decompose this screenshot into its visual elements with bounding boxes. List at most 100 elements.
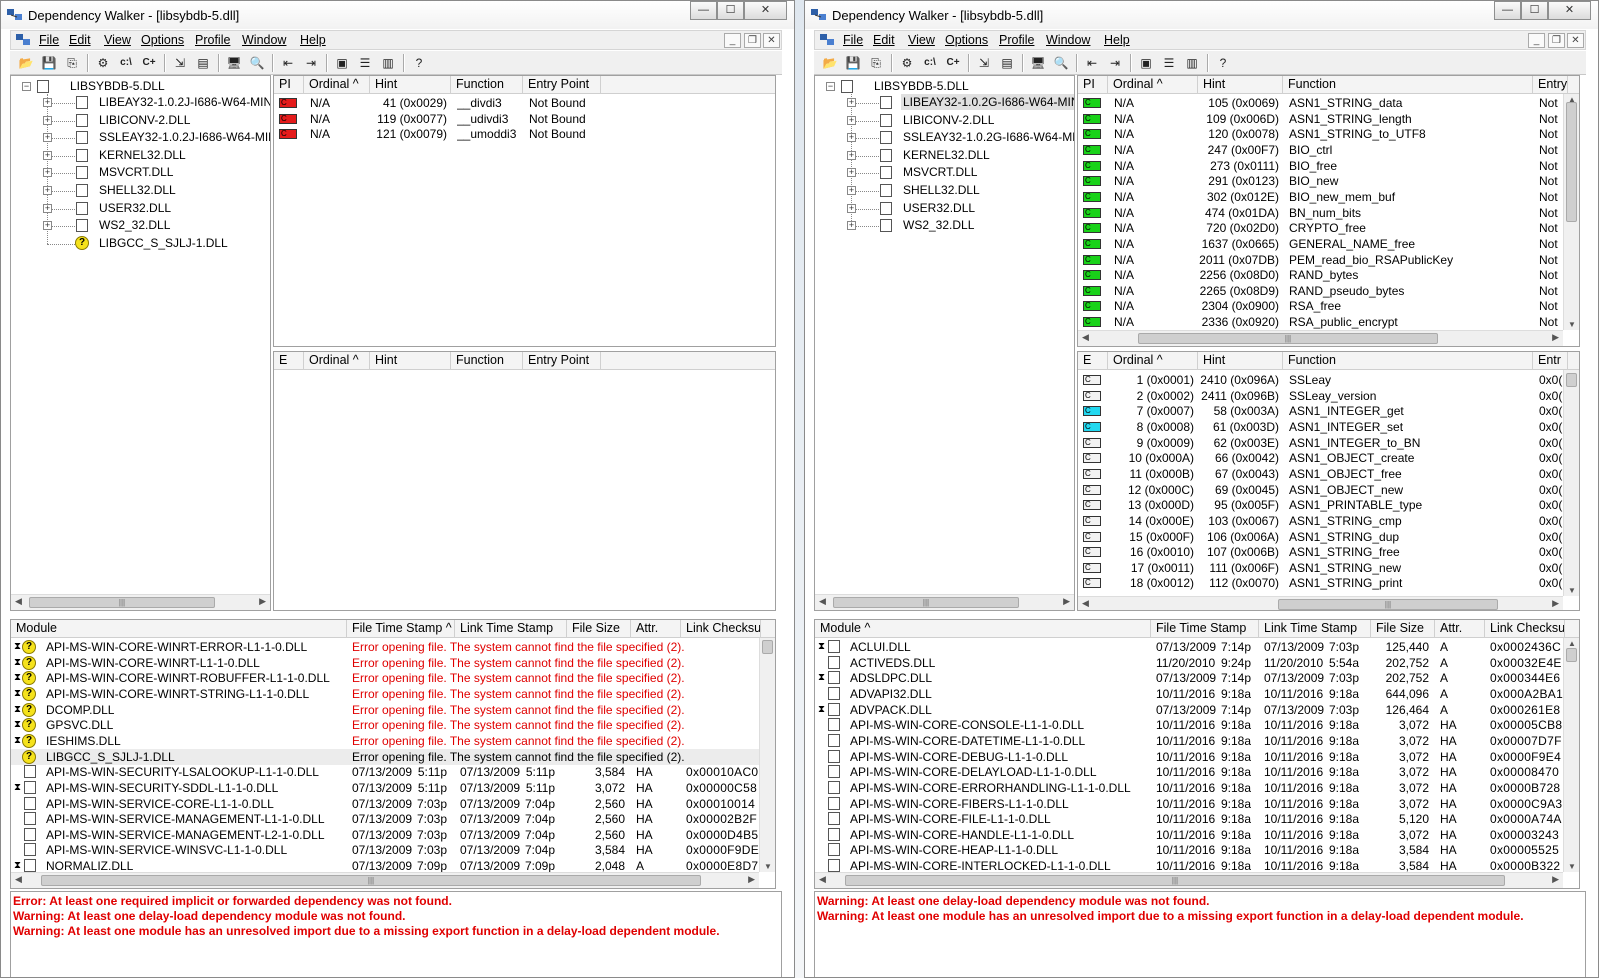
scroll-down-arrow-icon[interactable]: ▼ bbox=[764, 862, 772, 871]
column-header[interactable]: Ordinal ^ bbox=[304, 352, 370, 370]
tree-item[interactable]: + SHELL32.DLL bbox=[815, 182, 1074, 200]
expand-icon[interactable]: + bbox=[847, 115, 856, 125]
cplusplus-icon[interactable]: C+ bbox=[139, 54, 159, 72]
expand-icon[interactable]: + bbox=[847, 133, 856, 143]
module-tree[interactable]: − LIBSYBDB-5.DLL + LIBEAY32-1.0.2G-I686-W64… bbox=[814, 75, 1075, 611]
module-row[interactable]: ⧗ ADSLDPC.DLL 07/13/2009 7:14p 07/13/2009 7:0… bbox=[815, 670, 1579, 686]
tree-item[interactable]: + LIBEAY32-1.0.2G-I686-W64-MINC bbox=[815, 94, 1074, 112]
export-row[interactable]: C2 (0x0002) 2411 (0x096B) SSLeay_version 0x… bbox=[1078, 388, 1579, 404]
module-row[interactable]: ⧗ ADVPACK.DLL 07/13/2009 7:14p 07/13/2009 7:0… bbox=[815, 702, 1579, 718]
scroll-left-arrow-icon[interactable]: ◀ bbox=[819, 874, 826, 885]
scroll-right-arrow-icon[interactable]: ▶ bbox=[1552, 874, 1559, 885]
scroll-right-arrow-icon[interactable]: ▶ bbox=[1552, 332, 1559, 343]
export-row[interactable]: C 12 (0x000C) 69 (0x0045) ASN1_OBJECT_new 0x… bbox=[1078, 482, 1579, 498]
module-row[interactable]: ⧗? API-MS-WIN-CORE-WINRT-L1-1-0.DLL Error … bbox=[11, 655, 775, 671]
module-list[interactable]: Module File Time Stamp ^ Link Time Stamp Fi… bbox=[10, 619, 776, 889]
export-row[interactable]: C8 (0x0008) 61 (0x003D) ASN1_INTEGER_set 0x… bbox=[1078, 419, 1579, 435]
module-row[interactable]: API-MS-WIN-SERVICE-MANAGEMENT-L1-1-0.DLL… bbox=[11, 811, 775, 827]
scrollbar-thumb[interactable]: ||| bbox=[845, 875, 1505, 886]
module-row[interactable]: ADVAPI32.DLL 10/11/2016 9:18a 10/11/2016 9:1… bbox=[815, 686, 1579, 702]
module-row[interactable]: API-MS-WIN-SERVICE-MANAGEMENT-L2-1-0.DLL… bbox=[11, 827, 775, 843]
export-row[interactable]: C1 (0x0001) 2410 (0x096A) SSLeay 0x0( bbox=[1078, 372, 1579, 388]
tree-item[interactable]: + SSLEAY32-1.0.2G-I686-W64-MINC bbox=[815, 129, 1074, 147]
expand-icon[interactable]: + bbox=[43, 186, 52, 195]
tree-item[interactable]: + WS2_32.DLL bbox=[815, 217, 1074, 235]
system-info-icon[interactable]: 🖥 bbox=[1028, 54, 1048, 72]
cplusplus-icon[interactable]: C+ bbox=[943, 54, 963, 72]
column-header[interactable]: E bbox=[274, 352, 304, 370]
imports-list[interactable]: PI Ordinal ^ Hint Function Entry Point C N/A 41… bbox=[273, 75, 776, 347]
column-header[interactable]: Link Checksum bbox=[1485, 620, 1565, 638]
scroll-left-arrow-icon[interactable]: ◀ bbox=[1082, 598, 1089, 609]
column-header[interactable]: Ordinal ^ bbox=[1108, 76, 1198, 94]
scroll-left-arrow-icon[interactable]: ◀ bbox=[1082, 332, 1089, 343]
tree-item[interactable]: + KERNEL32.DLL bbox=[815, 147, 1074, 165]
import-row[interactable]: C N/A 2304 (0x0900) RSA_free Not bbox=[1078, 298, 1579, 314]
cascade-icon[interactable]: ▣ bbox=[332, 54, 352, 72]
import-row[interactable]: C N/A 105 (0x0069) ASN1_STRING_data Not bbox=[1078, 95, 1579, 111]
column-header[interactable]: File Size bbox=[1371, 620, 1435, 638]
menu-profile[interactable]: Profile bbox=[195, 33, 230, 47]
scroll-right-arrow-icon[interactable]: ▶ bbox=[1063, 596, 1070, 607]
properties-icon[interactable]: ▤ bbox=[193, 54, 213, 72]
expand-icon[interactable]: + bbox=[43, 115, 52, 125]
module-row[interactable]: ⧗? API-MS-WIN-CORE-WINRT-ROBUFFER-L1-1-0.… bbox=[11, 670, 775, 686]
expand-icon[interactable]: ⇲ bbox=[974, 54, 994, 72]
menu-help[interactable]: Help bbox=[300, 33, 326, 47]
column-header[interactable]: Ordinal ^ bbox=[304, 76, 370, 94]
scrollbar-thumb[interactable] bbox=[1566, 648, 1577, 662]
scroll-right-arrow-icon[interactable]: ▶ bbox=[259, 596, 266, 607]
export-row[interactable]: C 14 (0x000E) 103 (0x0067) ASN1_STRING_cmp 0… bbox=[1078, 513, 1579, 529]
tree-item[interactable]: + LIBICONV-2.DLL bbox=[815, 112, 1074, 130]
cascade-icon[interactable]: ▣ bbox=[1136, 54, 1156, 72]
imports-list[interactable]: PI Ordinal ^ Hint Function Entry C N/A 105 (0x0… bbox=[1077, 75, 1580, 347]
module-row[interactable]: ? LIBGCC_S_SJLJ-1.DLL Error opening file. … bbox=[11, 748, 775, 765]
scroll-left-arrow-icon[interactable]: ◀ bbox=[819, 596, 826, 607]
horizontal-scrollbar[interactable]: ◀ ||| ▶ bbox=[815, 872, 1563, 888]
scrollbar-thumb[interactable] bbox=[1566, 373, 1577, 387]
module-row[interactable]: API-MS-WIN-CORE-DELAYLOAD-L1-1-0.DLL 10/1… bbox=[815, 764, 1579, 780]
module-row[interactable]: ⧗? GPSVC.DLL Error opening file. The syste… bbox=[11, 717, 775, 733]
tile-vertical-icon[interactable]: ▥ bbox=[378, 54, 398, 72]
close-button[interactable]: ✕ bbox=[744, 1, 787, 20]
next-icon[interactable]: ⇥ bbox=[301, 54, 321, 72]
mdi-restore-button[interactable]: ❐ bbox=[1548, 33, 1565, 48]
module-row[interactable]: API-MS-WIN-CORE-DATETIME-L1-1-0.DLL 10/11… bbox=[815, 733, 1579, 749]
column-header[interactable]: E bbox=[1078, 352, 1108, 370]
export-row[interactable]: C7 (0x0007) 58 (0x003A) ASN1_INTEGER_get 0x… bbox=[1078, 403, 1579, 419]
tree-item[interactable]: + SHELL32.DLL bbox=[11, 182, 270, 200]
tree-item[interactable]: + USER32.DLL bbox=[11, 200, 270, 218]
configure-icon[interactable]: ⚙ bbox=[93, 54, 113, 72]
mdi-close-button[interactable]: ✕ bbox=[763, 33, 780, 48]
vertical-scrollbar[interactable]: ▲▼ bbox=[1563, 370, 1579, 596]
module-row[interactable]: API-MS-WIN-CORE-DEBUG-L1-1-0.DLL 10/11/20… bbox=[815, 749, 1579, 765]
column-header[interactable]: Module ^ bbox=[815, 620, 1151, 638]
module-row[interactable]: ACTIVEDS.DLL 11/20/2010 9:24p 11/20/2010 5:5… bbox=[815, 655, 1579, 671]
import-row[interactable]: C N/A 2265 (0x08D9) RAND_pseudo_bytes Not bbox=[1078, 283, 1579, 299]
export-row[interactable]: C 17 (0x0011) 111 (0x006F) ASN1_STRING_new 0… bbox=[1078, 560, 1579, 576]
column-header[interactable]: Entry bbox=[1533, 76, 1568, 94]
import-row[interactable]: C N/A 109 (0x006D) ASN1_STRING_length Not bbox=[1078, 111, 1579, 127]
column-header[interactable]: Function bbox=[1283, 76, 1533, 94]
vertical-scrollbar[interactable]: ▲▼ bbox=[1563, 638, 1579, 872]
module-row[interactable]: API-MS-WIN-SECURITY-LSALOOKUP-L1-1-0.DLL… bbox=[11, 764, 775, 780]
menu-options[interactable]: Options bbox=[141, 33, 184, 47]
expand-icon[interactable]: + bbox=[43, 133, 52, 143]
column-header[interactable]: Hint bbox=[370, 352, 451, 370]
expand-icon[interactable]: + bbox=[43, 203, 52, 213]
expand-icon[interactable]: + bbox=[847, 221, 856, 231]
tree-root[interactable]: − LIBSYBDB-5.DLL bbox=[11, 78, 270, 96]
import-row[interactable]: C N/A 247 (0x00F7) BIO_ctrl Not bbox=[1078, 142, 1579, 158]
scroll-down-arrow-icon[interactable]: ▼ bbox=[1568, 586, 1576, 595]
export-row[interactable]: C 15 (0x000F) 106 (0x006A) ASN1_STRING_dup 0… bbox=[1078, 529, 1579, 545]
menu-file[interactable]: File bbox=[39, 33, 59, 47]
column-header[interactable]: Function bbox=[451, 76, 523, 94]
import-row[interactable]: C N/A 2336 (0x0920) RSA_public_encrypt Not bbox=[1078, 314, 1579, 330]
minimize-button[interactable]: — bbox=[690, 1, 717, 20]
tree-item[interactable]: ? LIBGCC_S_SJLJ-1.DLL bbox=[11, 235, 270, 253]
scrollbar-thumb[interactable]: ||| bbox=[29, 597, 215, 608]
import-row[interactable]: C N/A 121 (0x0079) __umoddi3 Not Bound bbox=[274, 126, 775, 142]
expand-icon[interactable]: ⇲ bbox=[170, 54, 190, 72]
menu-view[interactable]: View bbox=[104, 33, 131, 47]
column-header[interactable]: Ordinal ^ bbox=[1108, 352, 1198, 370]
